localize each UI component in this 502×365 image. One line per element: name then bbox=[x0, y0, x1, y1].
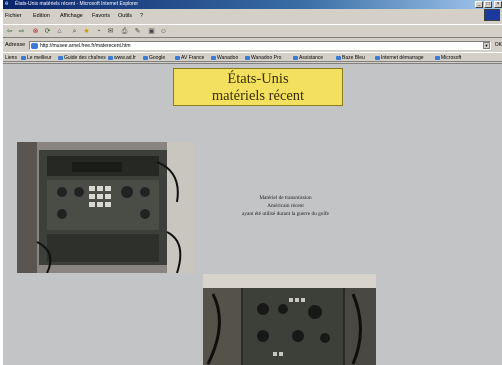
menu-edit[interactable]: Edition bbox=[33, 13, 50, 19]
address-label: Adresse bbox=[5, 42, 26, 48]
menu-file[interactable]: Fichier bbox=[5, 13, 22, 19]
page-content[interactable]: États-Unis matériels récent Matériel de … bbox=[3, 63, 502, 365]
menu-bar: Fichier Edition Affichage Favoris Outils… bbox=[3, 11, 502, 22]
link-item[interactable]: Guide des chaînes bbox=[58, 55, 106, 61]
link-item[interactable]: Microsoft bbox=[435, 55, 461, 61]
mail-icon[interactable]: ✉ bbox=[106, 27, 115, 36]
standard-toolbar: ⇦ ⇨ ⊗ ⟳ ⌂ ⌕ ★ ◔ ✉ ⎙ ✎ ▣ ☺ bbox=[3, 24, 502, 38]
photo-caption: Matériel de transmission Américain récen… bbox=[218, 194, 353, 218]
home-icon[interactable]: ⌂ bbox=[55, 27, 64, 36]
heading-line-1: États-Unis bbox=[227, 71, 289, 87]
menu-view[interactable]: Affichage bbox=[60, 13, 83, 19]
address-bar: Adresse http://musee.arnel.free.fr/mater… bbox=[3, 40, 502, 51]
address-url[interactable]: http://musee.arnel.free.fr/materecent.ht… bbox=[40, 43, 131, 49]
radio-equipment-photo-1 bbox=[17, 142, 195, 273]
maximize-icon[interactable]: □ bbox=[484, 1, 492, 8]
caption-line-3: ayant été utilisé durant la guerre du go… bbox=[242, 211, 329, 217]
stop-icon[interactable]: ⊗ bbox=[31, 27, 40, 36]
favorites-icon[interactable]: ★ bbox=[82, 27, 91, 36]
page-heading: États-Unis matériels récent bbox=[173, 68, 343, 106]
links-bar: Liens Le meilleur Guide des chaînes www.… bbox=[3, 52, 502, 62]
edit-icon[interactable]: ✎ bbox=[133, 27, 142, 36]
page-icon bbox=[31, 43, 38, 49]
link-item[interactable]: Baze Bleu bbox=[336, 55, 365, 61]
links-label: Liens bbox=[5, 55, 17, 61]
menu-tools[interactable]: Outils bbox=[118, 13, 132, 19]
title-bar[interactable]: e États-Unis matériels récent - Microsof… bbox=[3, 0, 502, 9]
go-button[interactable]: OK bbox=[495, 42, 502, 48]
refresh-icon[interactable]: ⟳ bbox=[43, 27, 52, 36]
radio-equipment-photo-2 bbox=[203, 274, 376, 365]
window-title: États-Unis matériels récent - Microsoft … bbox=[15, 1, 139, 7]
link-item[interactable]: Wanadoo bbox=[211, 55, 238, 61]
close-icon[interactable]: × bbox=[494, 1, 502, 8]
print-icon[interactable]: ⎙ bbox=[120, 27, 129, 36]
link-item[interactable]: Assistance bbox=[293, 55, 323, 61]
forward-arrow-icon[interactable]: ⇨ bbox=[17, 27, 26, 36]
address-input[interactable]: http://musee.arnel.free.fr/materecent.ht… bbox=[29, 41, 491, 50]
messenger-icon[interactable]: ☺ bbox=[159, 27, 168, 36]
ie-logo-icon: e bbox=[5, 1, 9, 7]
search-icon[interactable]: ⌕ bbox=[70, 27, 79, 36]
heading-line-2: matériels récent bbox=[211, 88, 305, 104]
menu-help[interactable]: ? bbox=[140, 13, 143, 19]
link-item[interactable]: Wanadoo Pro bbox=[245, 55, 281, 61]
link-item[interactable]: www.ad.fr bbox=[108, 55, 136, 61]
caption-line-1: Matériel de transmission bbox=[259, 195, 312, 201]
link-item[interactable]: Google bbox=[143, 55, 165, 61]
menu-favorites[interactable]: Favoris bbox=[92, 13, 110, 19]
back-arrow-icon[interactable]: ⇦ bbox=[5, 27, 14, 36]
discuss-icon[interactable]: ▣ bbox=[147, 27, 156, 36]
link-item[interactable]: Internet démarrage bbox=[375, 55, 424, 61]
minimize-icon[interactable]: _ bbox=[475, 1, 483, 8]
browser-window: e États-Unis matériels récent - Microsof… bbox=[2, 0, 502, 365]
history-icon[interactable]: ◔ bbox=[94, 27, 103, 36]
link-item[interactable]: Le meilleur bbox=[21, 55, 51, 61]
windows-logo-icon bbox=[484, 9, 500, 21]
link-item[interactable]: AV France bbox=[175, 55, 204, 61]
chevron-down-icon[interactable]: ▼ bbox=[483, 42, 490, 49]
caption-line-2: Américain récent bbox=[267, 203, 304, 209]
